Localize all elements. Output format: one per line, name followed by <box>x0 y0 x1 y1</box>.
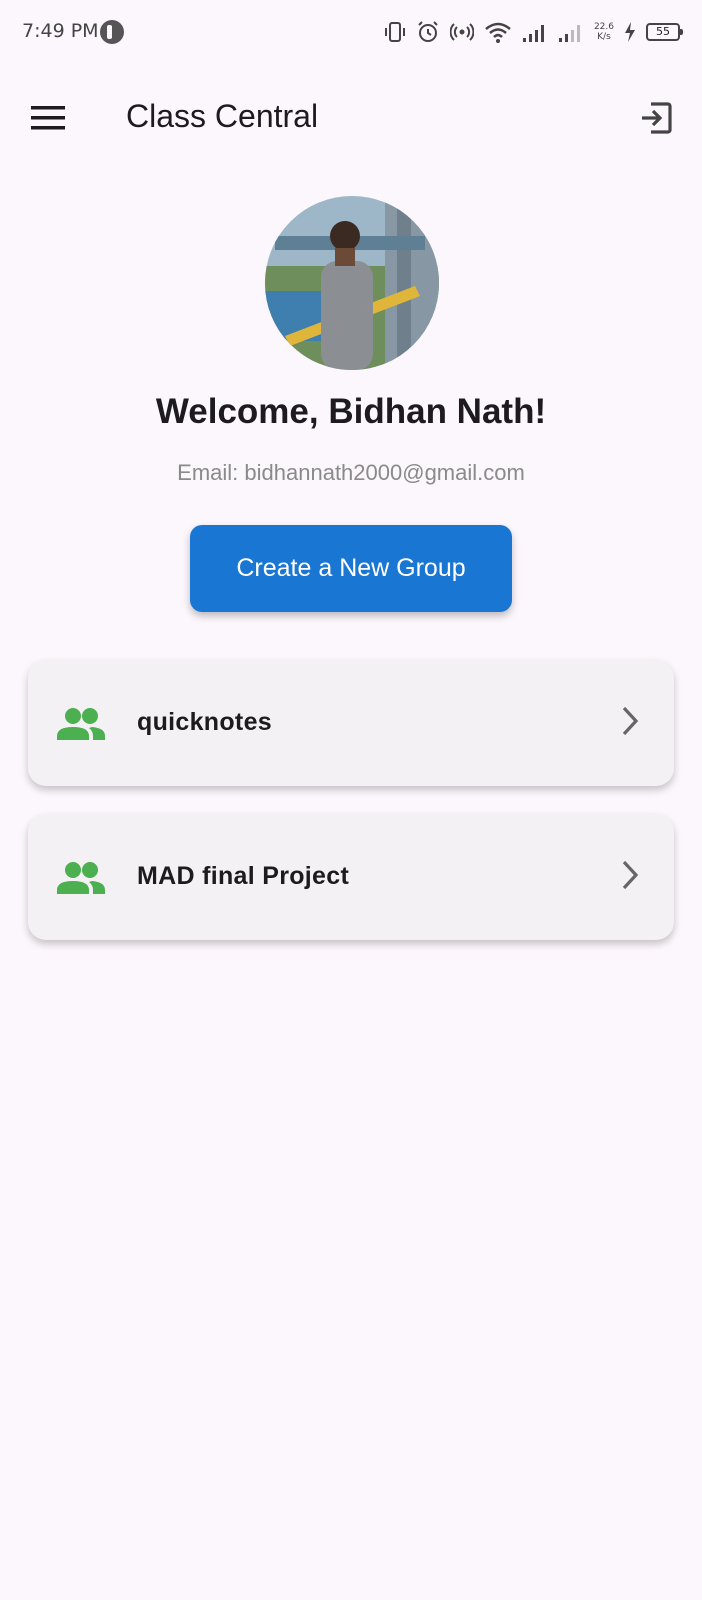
app-notification-icon <box>100 20 124 44</box>
vibrate-icon <box>384 20 406 44</box>
network-speed-value: 22.6 <box>593 22 614 32</box>
app-bar: Class Central <box>0 80 702 156</box>
network-speed: 22.6 K/s <box>594 22 614 42</box>
hotspot-icon <box>449 20 474 44</box>
status-bar: 7:49 PM 22.6 K/s 55 <box>0 0 702 64</box>
signal-icon-sim1 <box>522 20 548 44</box>
group-icon <box>56 707 106 746</box>
wifi-icon <box>484 20 512 44</box>
user-email: Email: bidhannath2000@gmail.com <box>177 460 525 485</box>
status-time: 7:49 PM <box>22 20 99 42</box>
chevron-right-icon <box>620 859 640 896</box>
network-speed-unit: K/s <box>597 32 611 42</box>
avatar <box>265 196 439 370</box>
battery-indicator: 55 <box>646 23 683 41</box>
group-card-mad-final-project[interactable]: MAD final Project <box>28 814 674 940</box>
create-group-button[interactable]: Create a New Group <box>190 525 512 612</box>
page-title: Class Central <box>126 98 319 134</box>
group-name: MAD final Project <box>137 862 350 890</box>
charging-icon <box>624 21 636 43</box>
menu-button[interactable] <box>18 92 78 144</box>
group-name: quicknotes <box>137 708 272 736</box>
logout-button[interactable] <box>628 92 684 144</box>
status-icons: 22.6 K/s 55 <box>384 18 683 46</box>
welcome-heading: Welcome, Bidhan Nath! <box>155 392 547 431</box>
group-card-quicknotes[interactable]: quicknotes <box>28 660 674 786</box>
logout-icon <box>642 102 672 134</box>
signal-icon-sim2 <box>558 20 584 44</box>
alarm-icon <box>416 20 440 44</box>
menu-icon <box>31 106 65 130</box>
group-icon <box>56 861 106 900</box>
chevron-right-icon <box>620 705 640 742</box>
